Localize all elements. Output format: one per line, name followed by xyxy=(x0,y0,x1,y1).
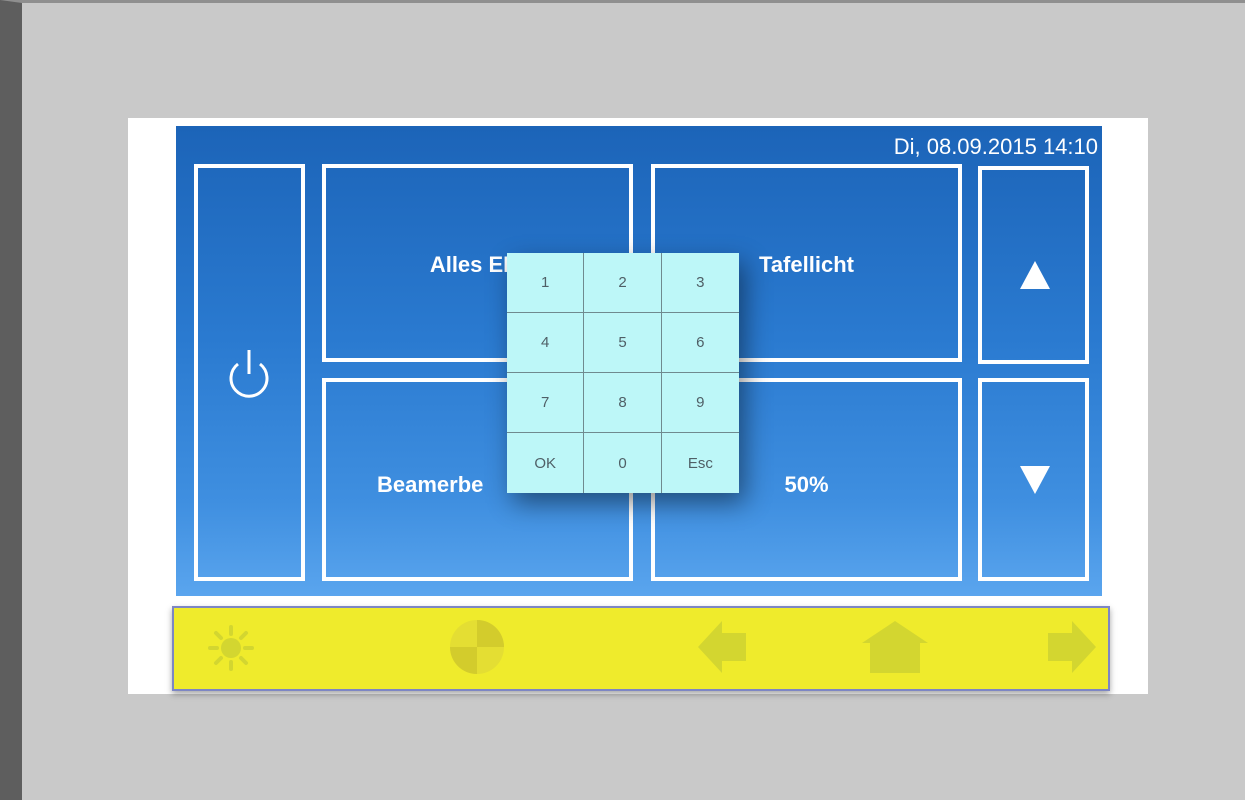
sun-icon[interactable] xyxy=(208,625,254,671)
numeric-keypad: 1 2 3 4 5 6 7 8 9 OK 0 Esc xyxy=(507,253,739,493)
key-5[interactable]: 5 xyxy=(584,313,662,373)
bottom-nav-bar xyxy=(172,606,1110,691)
key-7[interactable]: 7 xyxy=(507,373,585,433)
key-8[interactable]: 8 xyxy=(584,373,662,433)
key-1[interactable]: 1 xyxy=(507,253,585,313)
power-icon xyxy=(229,350,269,398)
home-icon[interactable] xyxy=(862,621,928,673)
arrow-left-icon[interactable] xyxy=(698,621,746,673)
key-2[interactable]: 2 xyxy=(584,253,662,313)
power-button[interactable] xyxy=(194,164,305,581)
key-0[interactable]: 0 xyxy=(584,433,662,493)
key-ok[interactable]: OK xyxy=(507,433,585,493)
key-6[interactable]: 6 xyxy=(661,313,739,373)
key-3[interactable]: 3 xyxy=(661,253,739,313)
scroll-up-button[interactable] xyxy=(978,166,1089,364)
arrow-right-icon[interactable] xyxy=(1048,621,1096,673)
key-9[interactable]: 9 xyxy=(661,373,739,433)
scroll-down-button[interactable] xyxy=(978,378,1089,581)
arrow-up-icon xyxy=(1020,261,1050,289)
key-4[interactable]: 4 xyxy=(507,313,585,373)
arrow-down-icon xyxy=(1020,466,1050,494)
contrast-icon[interactable] xyxy=(448,618,506,676)
datetime-display: Di, 08.09.2015 14:10 xyxy=(893,134,1098,159)
key-esc[interactable]: Esc xyxy=(662,433,739,493)
